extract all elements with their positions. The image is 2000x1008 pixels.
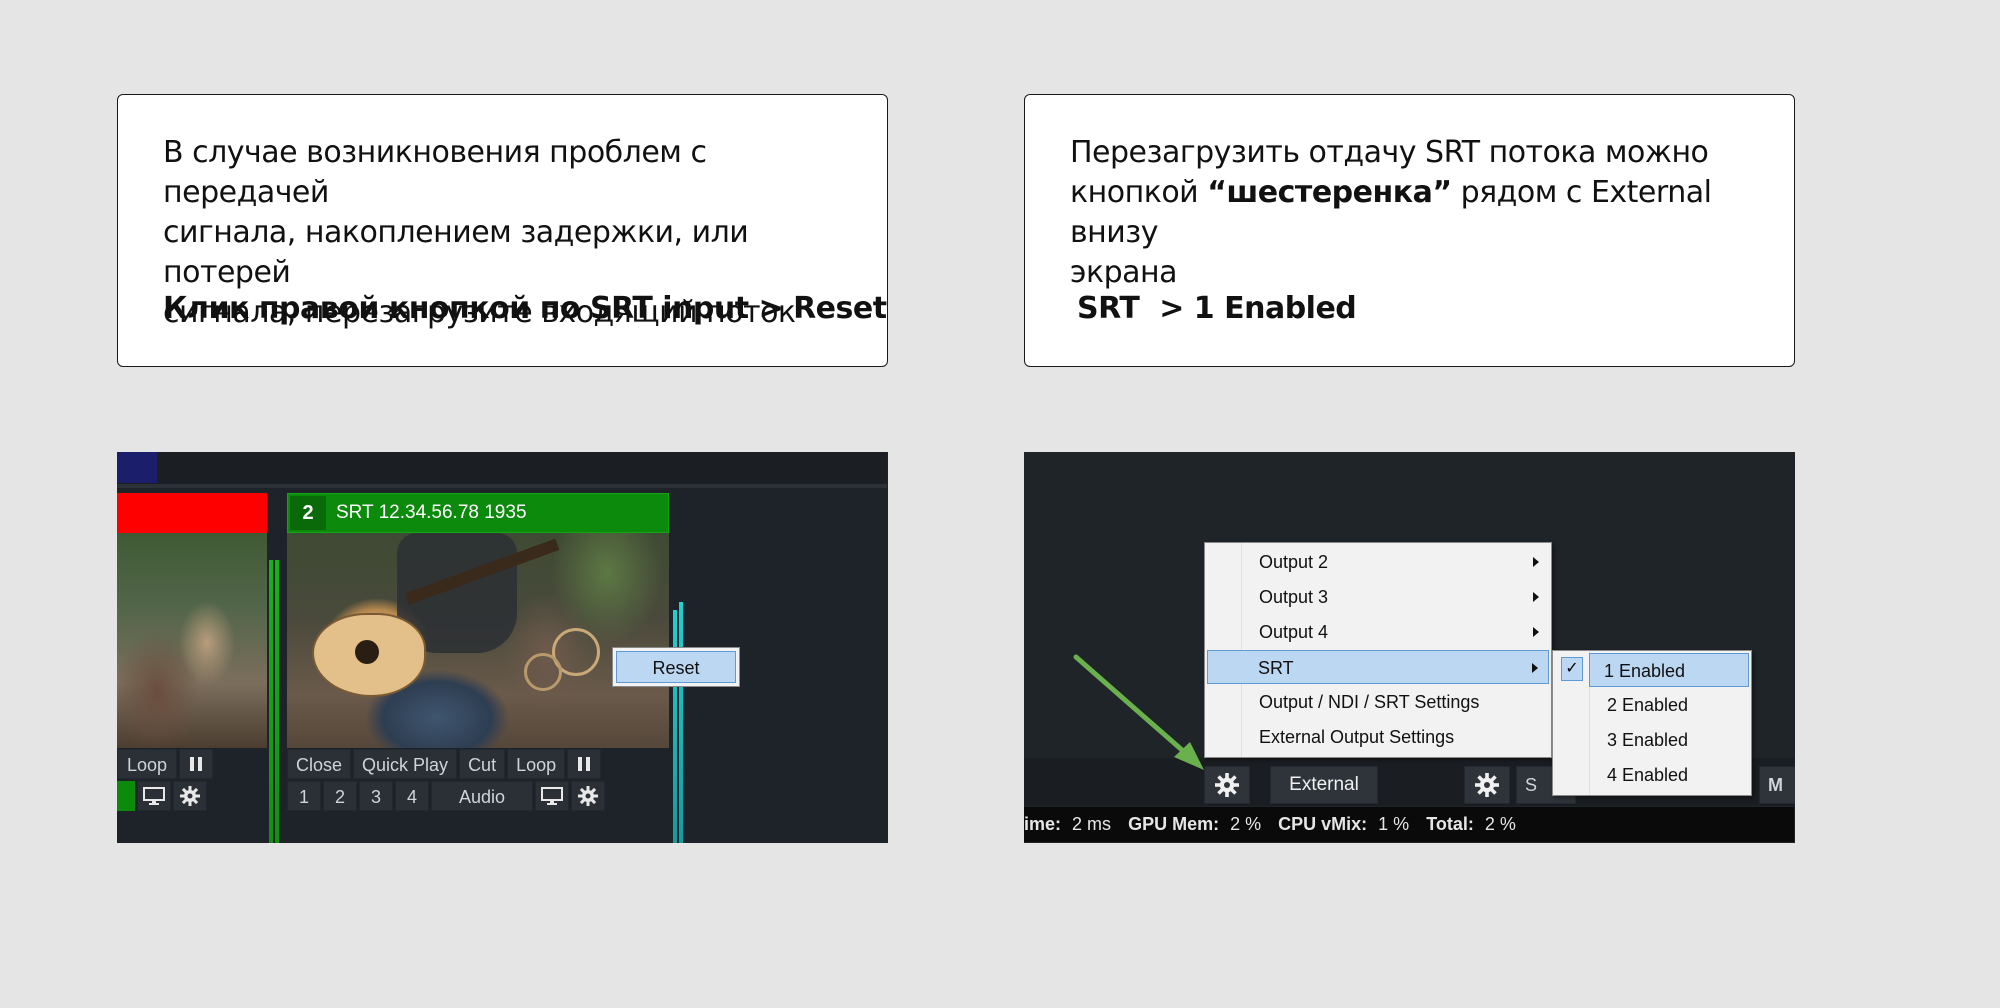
submenu-item-4-enabled[interactable]: 4 Enabled xyxy=(1555,758,1749,792)
menu-item-label: External Output Settings xyxy=(1259,727,1455,747)
divider xyxy=(117,484,887,488)
loop-button[interactable]: Loop xyxy=(117,749,177,779)
submenu-item-3-enabled[interactable]: 3 Enabled xyxy=(1555,723,1749,757)
input-number: 2 xyxy=(290,496,326,530)
preview-dreamcatcher xyxy=(524,653,562,691)
cut-button[interactable]: Cut xyxy=(459,749,506,779)
srt-submenu: ✓ 1 Enabled 2 Enabled 3 Enabled 4 Enable… xyxy=(1552,650,1752,796)
card-instruction: Клик правой кнопкой по SRT input > Reset xyxy=(163,291,887,326)
srt-controls-row2: 1 2 3 4 Audio xyxy=(287,781,605,811)
menu-item-label: Output 3 xyxy=(1259,587,1329,607)
overlay-3-button[interactable]: 3 xyxy=(359,781,393,811)
instruction-card-right: Перезагрузить отдачу SRT потока можно кн… xyxy=(1024,94,1795,367)
blue-chip xyxy=(117,452,157,483)
external-context-menu: Output 2 Output 3 Output 4 SRT Output / … xyxy=(1204,542,1552,758)
close-button[interactable]: Close xyxy=(287,749,352,779)
chevron-right-icon xyxy=(1533,592,1539,602)
chevron-right-icon xyxy=(1532,663,1538,673)
chevron-right-icon xyxy=(1533,557,1539,567)
input-title: SRT 12.34.56.78 1935 xyxy=(336,502,527,523)
gear-icon xyxy=(578,786,598,806)
overlay-2-button[interactable]: 2 xyxy=(323,781,357,811)
card-line: сигнала, накоплением задержки, или потер… xyxy=(163,215,749,290)
settings-button[interactable] xyxy=(571,781,605,811)
srt-controls-row1: Close Quick Play Cut Loop xyxy=(287,749,602,779)
pause-button[interactable] xyxy=(567,749,602,779)
menu-item-label: SRT xyxy=(1258,658,1294,678)
instruction-card-left: В случае возникновения проблем с передач… xyxy=(117,94,888,367)
reset-menu-item[interactable]: Reset xyxy=(616,651,736,683)
audio-meter xyxy=(275,560,279,843)
preview-guitar-hole xyxy=(355,640,379,664)
vmix-external-screenshot: External S M ime: 2 ms GPU Mem: 2 % CPU … xyxy=(1024,452,1795,843)
menu-item-label: 2 Enabled xyxy=(1607,695,1689,715)
settings-button[interactable] xyxy=(173,781,207,811)
card-description: Перезагрузить отдачу SRT потока можно кн… xyxy=(1070,133,1764,293)
pause-button[interactable] xyxy=(179,749,213,779)
submenu-item-1-enabled[interactable]: 1 Enabled xyxy=(1589,653,1749,687)
monitor-icon xyxy=(541,787,563,805)
card-line: экрана xyxy=(1070,255,1178,290)
left-controls-row2 xyxy=(117,781,207,811)
menu-item-srt[interactable]: SRT xyxy=(1207,650,1549,684)
pause-icon xyxy=(190,757,202,771)
active-indicator xyxy=(117,781,135,811)
input-header-srt[interactable]: 2 SRT 12.34.56.78 1935 xyxy=(287,493,669,533)
check-icon: ✓ xyxy=(1561,657,1583,681)
vmix-input-screenshot: 2 SRT 12.34.56.78 1935 Loop Close Quick … xyxy=(117,452,888,843)
menu-item-label: Output 2 xyxy=(1259,552,1329,572)
card-text-bold: “шестеренка” xyxy=(1207,175,1452,210)
quick-play-button[interactable]: Quick Play xyxy=(353,749,458,779)
monitor-icon xyxy=(143,787,165,805)
audio-meter xyxy=(673,610,677,843)
audio-button[interactable]: Audio xyxy=(431,781,533,811)
menu-item-output-2[interactable]: Output 2 xyxy=(1207,545,1549,579)
loop-button[interactable]: Loop xyxy=(507,749,566,779)
chevron-right-icon xyxy=(1533,627,1539,637)
audio-meter xyxy=(679,602,683,843)
input-preview-left[interactable] xyxy=(117,533,267,748)
card-line: кнопкой “шестеренка” рядом с External вн… xyxy=(1070,173,1764,253)
menu-item-output-ndi-srt-settings[interactable]: Output / NDI / SRT Settings xyxy=(1207,685,1549,719)
monitor-button[interactable] xyxy=(137,781,171,811)
overlay-4-button[interactable]: 4 xyxy=(395,781,429,811)
menu-item-label: 4 Enabled xyxy=(1607,765,1689,785)
menu-item-label: Output / NDI / SRT Settings xyxy=(1259,692,1480,712)
gear-icon xyxy=(180,786,200,806)
top-strip xyxy=(117,452,887,484)
card-line: Перезагрузить отдачу SRT потока можно xyxy=(1070,135,1709,170)
input-header-red[interactable] xyxy=(117,493,267,533)
menu-item-label: 1 Enabled xyxy=(1604,661,1686,681)
card-instruction: SRT > 1 Enabled xyxy=(1077,291,1357,326)
menu-item-external-output-settings[interactable]: External Output Settings xyxy=(1207,720,1549,754)
left-controls-row1: Loop xyxy=(117,749,213,779)
pause-icon xyxy=(578,757,591,771)
overlay-1-button[interactable]: 1 xyxy=(287,781,321,811)
menu-item-label: 3 Enabled xyxy=(1607,730,1689,750)
input-preview-srt[interactable] xyxy=(287,533,669,748)
card-text: кнопкой xyxy=(1070,175,1208,210)
context-menu: Reset xyxy=(612,647,740,687)
audio-meter xyxy=(269,560,273,843)
card-line: В случае возникновения проблем с передач… xyxy=(163,135,707,210)
menu-item-label: Output 4 xyxy=(1259,622,1329,642)
monitor-button[interactable] xyxy=(535,781,569,811)
submenu-item-2-enabled[interactable]: 2 Enabled xyxy=(1555,688,1749,722)
menu-item-output-3[interactable]: Output 3 xyxy=(1207,580,1549,614)
menu-item-output-4[interactable]: Output 4 xyxy=(1207,615,1549,649)
